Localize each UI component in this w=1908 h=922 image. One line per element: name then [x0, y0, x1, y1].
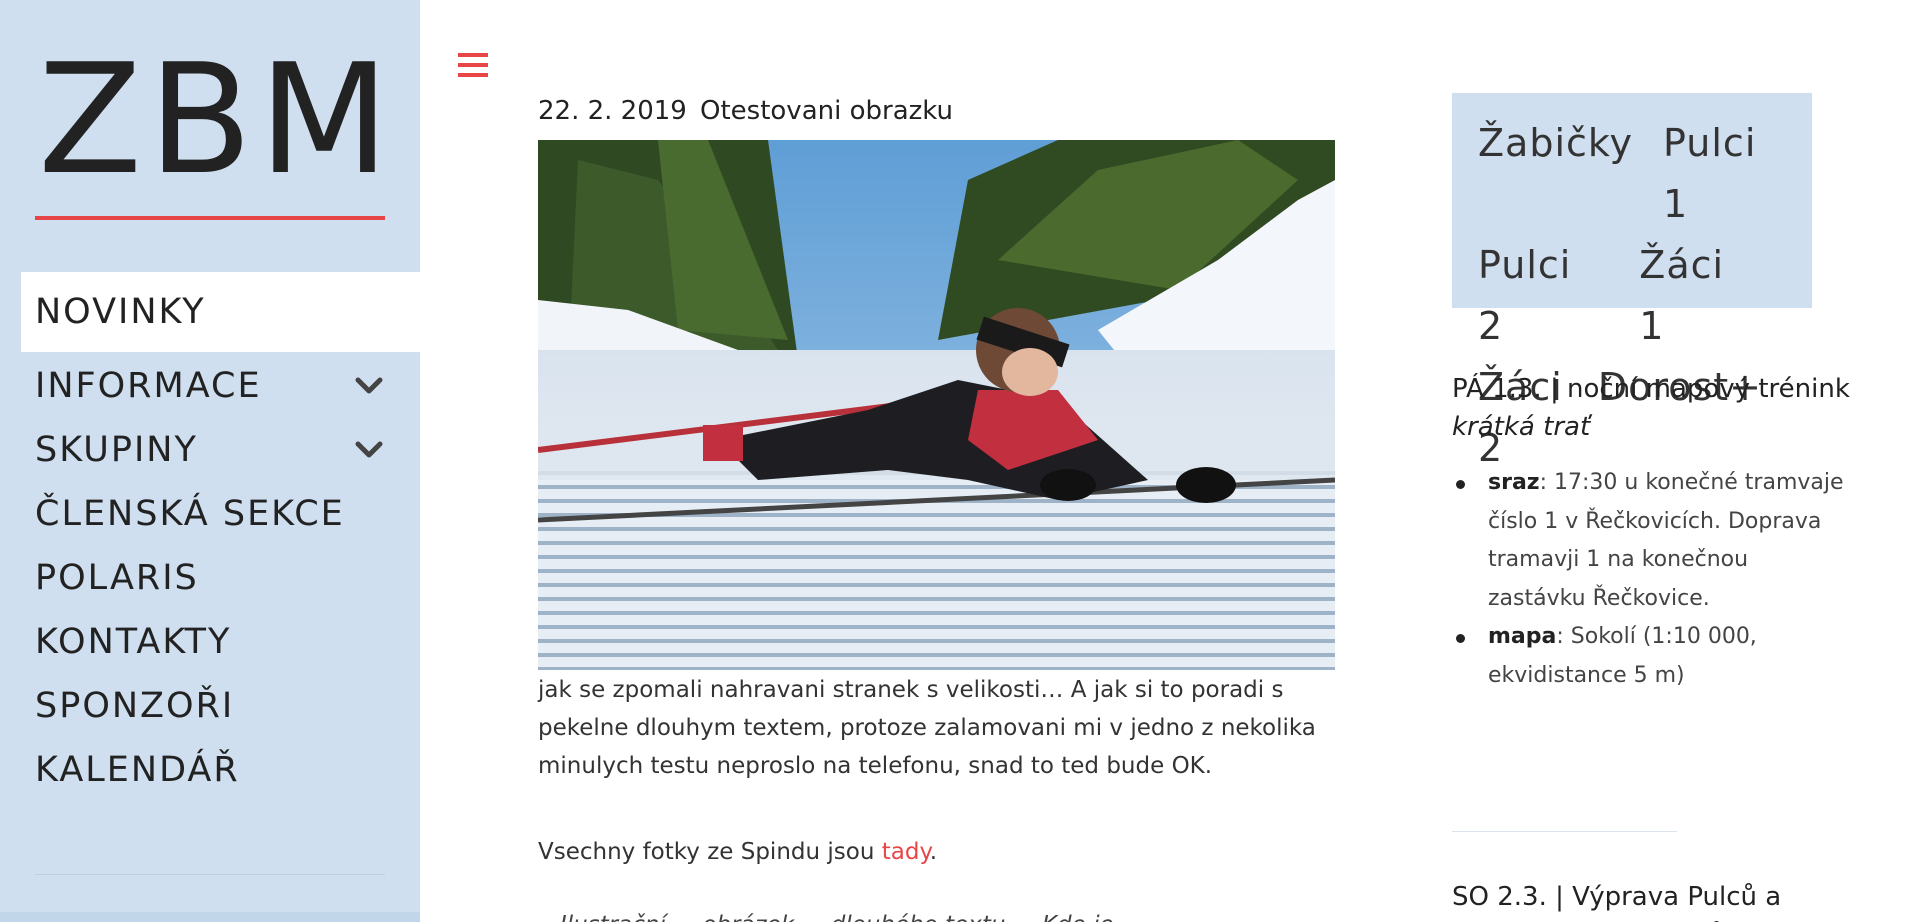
list-item: mapa: Sokolí (1:10 000, ekvidistance 5 m… — [1456, 618, 1852, 695]
detail-text: : 17:30 u konečné tramvaje číslo 1 v Řeč… — [1488, 470, 1844, 611]
group-link-pulci-2[interactable]: Pulci 2 — [1478, 235, 1609, 357]
photos-suffix: . — [929, 839, 938, 865]
nav-item-label: INFORMACE — [35, 366, 262, 406]
post-image[interactable] — [538, 140, 1335, 670]
nav-item-label: SKUPINY — [35, 430, 198, 470]
photos-text: Vsechny fotky ze Spindu jsou — [538, 839, 882, 865]
event-divider — [1452, 831, 1677, 832]
nav-item-label: SPONZOŘI — [35, 686, 235, 726]
sidebar-divider — [35, 874, 385, 875]
group-link-pulci-1[interactable]: Pulci 1 — [1663, 113, 1762, 235]
group-link-zabicky[interactable]: Žabičky — [1478, 113, 1633, 235]
nav-item-label: KALENDÁŘ — [35, 750, 240, 790]
event-entry: PÁ 1.3. | noční mapový trénink krátká tr… — [1452, 370, 1852, 695]
event-details: sraz: 17:30 u konečné tramvaje číslo 1 v… — [1452, 464, 1852, 695]
nav-item-clenska-sekce[interactable]: ČLENSKÁ SEKCE — [21, 482, 420, 546]
nav-item-informace[interactable]: INFORMACE — [21, 354, 420, 418]
event-title-2[interactable]: SO 2.3. | Výprava Pulců a mapový trénink… — [1452, 878, 1852, 922]
group-link-zaci-1[interactable]: Žáci 1 — [1639, 235, 1762, 357]
post-paragraph-cutoff: ...Ilustrační ... obrázek ... dlouhého t… — [538, 906, 1338, 922]
nav-item-label: NOVINKY — [35, 292, 206, 332]
site-logo[interactable]: ZBM — [38, 44, 396, 196]
nav-item-sponzori[interactable]: SPONZOŘI — [21, 674, 420, 738]
nav-item-kalendar[interactable]: KALENDÁŘ — [21, 738, 420, 802]
sidebar: ZBM NOVINKY INFORMACE SKUPINY ČLENSKÁ SE… — [0, 0, 420, 922]
sidebar-footer-strip — [0, 912, 420, 922]
list-item: sraz: 17:30 u konečné tramvaje číslo 1 v… — [1456, 464, 1852, 618]
logo-underline — [35, 216, 385, 220]
detail-label: mapa — [1488, 624, 1557, 649]
nav-item-novinky[interactable]: NOVINKY — [21, 272, 420, 352]
event-subtitle: krátká trať — [1452, 412, 1591, 442]
event-title[interactable]: PÁ 1.3. | noční mapový trénink — [1452, 370, 1852, 408]
nav-item-kontakty[interactable]: KONTAKTY — [21, 610, 420, 674]
nav-item-polaris[interactable]: POLARIS — [21, 546, 420, 610]
post-paragraph-photos: Vsechny fotky ze Spindu jsou tady. — [538, 833, 1338, 871]
post-paragraph: jak se zpomali nahravani stranek s velik… — [538, 677, 1316, 779]
groups-box: Žabičky Pulci 1 Pulci 2 Žáci 1 Žáci 2 Do… — [1452, 93, 1812, 470]
detail-label: sraz — [1488, 470, 1540, 495]
hamburger-icon[interactable] — [458, 52, 488, 78]
nav-item-label: POLARIS — [35, 558, 199, 598]
chevron-down-icon[interactable] — [354, 374, 384, 398]
nav-item-skupiny[interactable]: SKUPINY — [21, 418, 420, 482]
post-title[interactable]: Otestovani obrazku — [700, 96, 953, 126]
skier-photo — [538, 140, 1335, 670]
post-date: 22. 2. 2019 — [538, 96, 687, 126]
photos-link[interactable]: tady — [882, 839, 930, 865]
main-nav: NOVINKY INFORMACE SKUPINY ČLENSKÁ SEKCE … — [21, 272, 420, 802]
nav-item-label: ČLENSKÁ SEKCE — [35, 494, 345, 534]
nav-item-label: KONTAKTY — [35, 622, 232, 662]
chevron-down-icon[interactable] — [354, 438, 384, 462]
